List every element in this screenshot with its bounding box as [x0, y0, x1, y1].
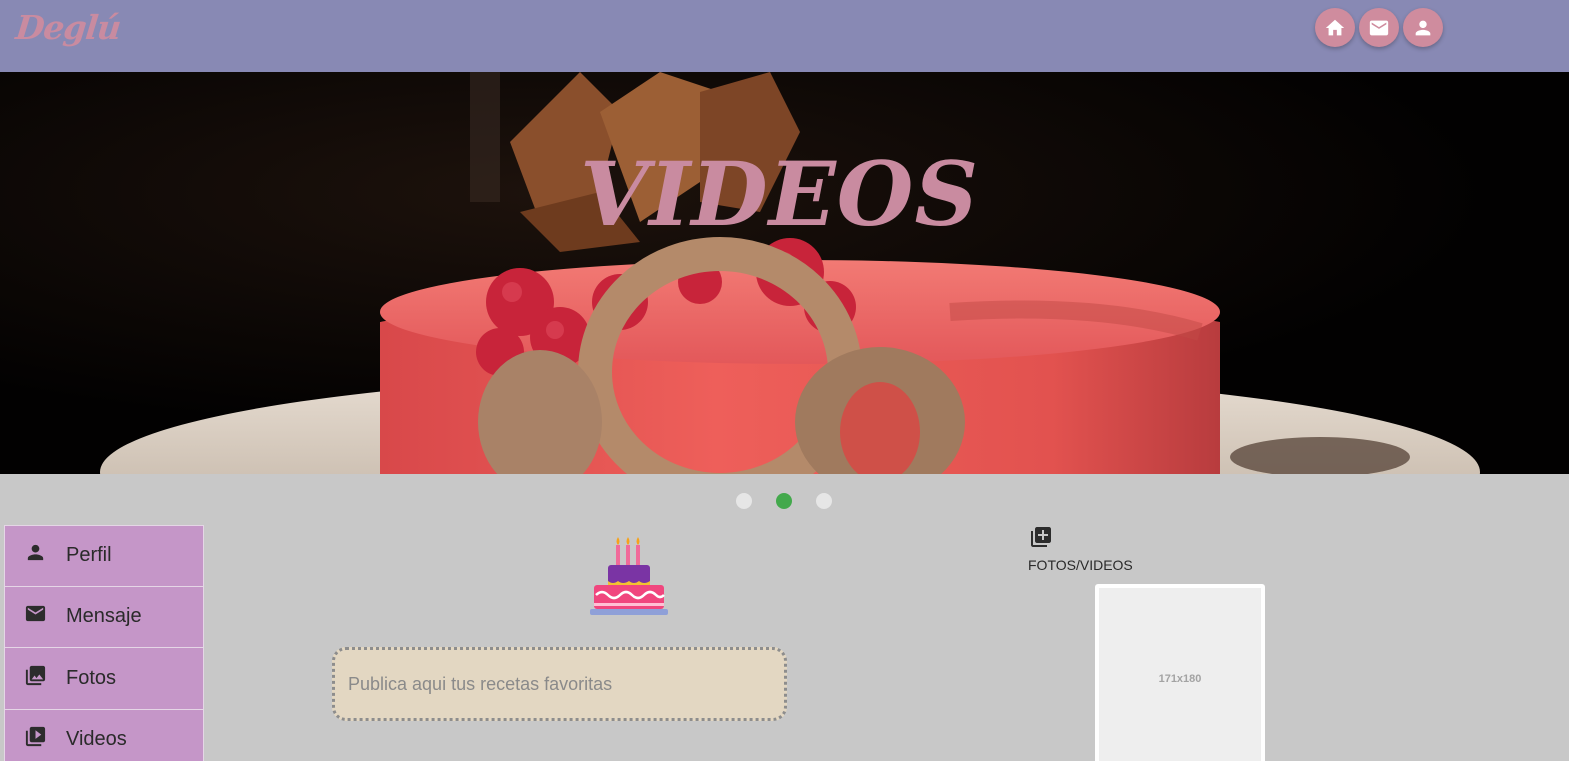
media-panel-label: FOTOS/VIDEOS — [1028, 557, 1133, 573]
profile-button[interactable] — [1403, 8, 1443, 47]
sidebar-item-label: Mensaje — [66, 605, 142, 628]
thumbnail-size-text: 171x180 — [1158, 673, 1202, 685]
video-library-icon — [25, 727, 46, 747]
top-bar: Deglú — [0, 0, 1569, 72]
cake-photo — [0, 72, 1569, 474]
home-icon — [1325, 19, 1345, 35]
messages-button[interactable] — [1359, 8, 1399, 47]
hero-banner: VIDEOS — [0, 72, 1569, 474]
recipe-post-input[interactable] — [332, 647, 787, 721]
person-icon — [1415, 20, 1431, 35]
add-to-photos-icon — [1031, 527, 1051, 547]
home-button[interactable] — [1315, 8, 1355, 47]
sidebar-item-label: Perfil — [66, 544, 112, 567]
birthday-cake-icon — [590, 537, 668, 615]
carousel-dot-3[interactable] — [816, 493, 832, 509]
app-logo[interactable]: Deglú — [14, 8, 122, 47]
sidebar-item-perfil[interactable]: Perfil — [4, 525, 204, 587]
mail-icon — [1369, 20, 1389, 35]
add-media-button[interactable] — [1029, 525, 1053, 549]
media-thumbnail[interactable]: 171x180 — [1095, 584, 1265, 761]
sidebar-menu: Perfil Mensaje Fotos Videos — [4, 525, 204, 761]
carousel-dot-1[interactable] — [736, 493, 752, 509]
sidebar-item-videos[interactable]: Videos — [4, 709, 204, 761]
hero-title: VIDEOS — [579, 142, 980, 246]
sidebar-item-mensaje[interactable]: Mensaje — [4, 586, 204, 648]
sidebar-item-fotos[interactable]: Fotos — [4, 648, 204, 710]
thumbnail-placeholder: 171x180 — [1099, 588, 1261, 761]
person-icon — [27, 545, 44, 561]
photo-library-icon — [25, 665, 46, 685]
sidebar-item-label: Fotos — [66, 666, 117, 689]
carousel-dot-2[interactable] — [776, 493, 792, 509]
mail-icon — [25, 606, 46, 622]
sidebar-item-label: Videos — [66, 728, 127, 751]
